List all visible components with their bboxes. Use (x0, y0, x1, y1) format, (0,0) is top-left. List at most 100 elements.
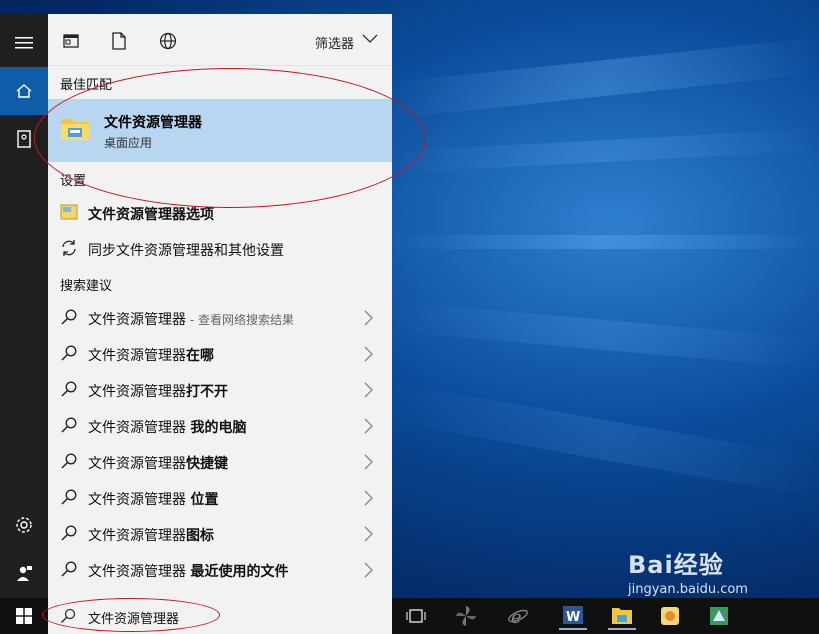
settings-item-sync[interactable]: 同步文件资源管理器和其他设置 (48, 231, 392, 267)
suggestion-query: 文件资源管理器 (88, 348, 186, 364)
best-match-title: 文件资源管理器 (104, 115, 202, 131)
task-view-icon (406, 609, 426, 623)
pinned-app-orange[interactable] (656, 602, 684, 630)
folder-icon (612, 608, 632, 624)
best-match-heading: 最佳匹配 (60, 78, 113, 93)
suggestion-completion: 我的电脑 (190, 420, 247, 436)
start-rail (0, 14, 48, 598)
chevron-right-icon[interactable] (364, 346, 374, 362)
best-match-item[interactable]: 文件资源管理器 桌面应用 (48, 99, 392, 162)
taskbar: 文件资源管理器 e W (0, 598, 819, 634)
chevron-right-icon[interactable] (364, 418, 374, 434)
search-icon (61, 381, 77, 397)
notebook-icon (17, 130, 31, 148)
suggestion-item[interactable]: 文件资源管理器快捷键 (48, 444, 392, 480)
suggestion-label: 文件资源管理器 我的电脑 (88, 417, 246, 437)
search-icon (61, 309, 77, 325)
suggestion-item[interactable]: 文件资源管理器打不开 (48, 372, 392, 408)
search-input[interactable]: 文件资源管理器 (88, 608, 179, 627)
suggestion-item[interactable]: 文件资源管理器 位置 (48, 480, 392, 516)
suggestion-hint: - 查看网络搜索结果 (186, 313, 294, 327)
settings-item-explorer-options[interactable]: 文件资源管理器选项 (48, 195, 392, 231)
file-explorer-icon (61, 119, 89, 140)
start-button[interactable] (0, 598, 48, 634)
task-view-button[interactable] (402, 602, 430, 630)
suggestion-item[interactable]: 文件资源管理器在哪 (48, 336, 392, 372)
word-icon: W (563, 606, 583, 625)
search-icon (61, 489, 77, 505)
app-icon (661, 607, 679, 625)
suggestion-item[interactable]: 文件资源管理器 最近使用的文件 (48, 552, 392, 588)
suggestion-label: 文件资源管理器打不开 (88, 381, 228, 401)
suggestion-query: 文件资源管理器 (88, 420, 191, 436)
suggestion-label: 文件资源管理器快捷键 (88, 453, 228, 473)
person-feedback-icon (17, 566, 32, 581)
suggestion-query: 文件资源管理器 (88, 312, 186, 328)
home-button[interactable] (0, 67, 48, 115)
watermark-url: jingyan.baidu.com (628, 582, 748, 597)
documents-filter-button[interactable] (108, 30, 130, 52)
windows-logo-icon (16, 608, 32, 624)
suggestions-heading: 搜索建议 (60, 279, 113, 294)
search-icon (61, 453, 77, 469)
suggestion-query: 文件资源管理器 (88, 492, 191, 508)
suggestion-item[interactable]: 文件资源管理器图标 (48, 516, 392, 552)
suggestion-label: 文件资源管理器在哪 (88, 345, 214, 365)
apps-filter-button[interactable] (60, 30, 82, 52)
search-icon (61, 561, 77, 577)
pinned-app-word[interactable]: W (559, 602, 587, 630)
chevron-right-icon[interactable] (364, 490, 374, 506)
filter-dropdown-label[interactable]: 筛选器 (315, 33, 354, 52)
suggestion-query: 文件资源管理器 (88, 564, 191, 580)
suggestion-completion: 打不开 (186, 384, 228, 400)
suggestion-label: 文件资源管理器 最近使用的文件 (88, 561, 288, 581)
pinned-app-green[interactable] (705, 602, 733, 630)
best-match-subtitle: 桌面应用 (104, 136, 153, 150)
search-icon (61, 345, 77, 361)
chevron-right-icon[interactable] (364, 310, 374, 326)
chevron-right-icon[interactable] (364, 562, 374, 578)
settings-button[interactable] (0, 501, 48, 549)
chevron-down-icon[interactable] (362, 34, 378, 44)
app-icon (710, 607, 728, 625)
app-window-icon (63, 34, 79, 48)
hamburger-icon (15, 37, 33, 49)
suggestion-item[interactable]: 文件资源管理器 我的电脑 (48, 408, 392, 444)
web-filter-button[interactable] (157, 30, 179, 52)
internet-explorer-icon: e (508, 607, 528, 627)
watermark-brand: Bai经验 (628, 551, 724, 579)
taskbar-search-box[interactable]: 文件资源管理器 (48, 598, 392, 634)
svg-text:W: W (566, 610, 580, 625)
suggestion-completion: 快捷键 (186, 456, 228, 472)
globe-icon (159, 32, 177, 50)
suggestion-completion: 位置 (190, 492, 219, 508)
settings-item-label: 文件资源管理器选项 (88, 207, 214, 223)
document-icon (112, 32, 126, 50)
svg-text:e: e (511, 607, 522, 627)
suggestion-completion: 图标 (186, 528, 214, 544)
folder-options-icon (60, 204, 78, 220)
home-icon (16, 84, 32, 98)
feedback-button[interactable] (0, 549, 48, 597)
gear-icon (16, 517, 32, 533)
chevron-right-icon[interactable] (364, 454, 374, 470)
suggestion-completion: 最近使用的文件 (190, 564, 289, 580)
search-icon (61, 417, 77, 433)
notebook-button[interactable] (0, 115, 48, 163)
hamburger-menu-button[interactable] (0, 19, 48, 67)
suggestion-label: 文件资源管理器 - 查看网络搜索结果 (88, 309, 294, 329)
chevron-right-icon[interactable] (364, 526, 374, 542)
settings-heading: 设置 (60, 174, 87, 189)
pinned-app-ie[interactable]: e (504, 602, 532, 630)
suggestion-item[interactable]: 文件资源管理器 - 查看网络搜索结果 (48, 300, 392, 336)
search-icon (61, 525, 77, 541)
baidu-watermark: Bai经验 jingyan.baidu.com (628, 545, 748, 597)
pinned-app-pinwheel[interactable] (452, 602, 480, 630)
chevron-right-icon[interactable] (364, 382, 374, 398)
suggestion-query: 文件资源管理器 (88, 528, 186, 544)
sync-icon (62, 240, 76, 256)
suggestion-completion: 在哪 (186, 348, 214, 364)
suggestion-label: 文件资源管理器图标 (88, 525, 214, 545)
filter-bar: 筛选器 (48, 14, 392, 66)
pinned-app-file-explorer[interactable] (608, 602, 636, 630)
